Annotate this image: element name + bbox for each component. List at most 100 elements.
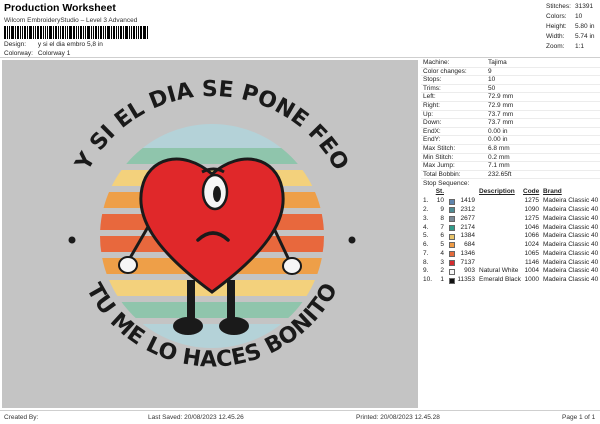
barcode-bar [140,26,142,39]
detail-label: Up: [423,110,434,118]
detail-label: Left: [423,93,436,101]
color-swatch [446,250,457,259]
seq-cell-desc [477,250,523,259]
design-preview: Y SI EL DIA SE PONE FEO TU ME LO HACES B… [2,60,418,408]
stat-label: Zoom: [546,43,565,50]
detail-value: 0.00 in [488,127,508,135]
color-swatch [446,215,457,224]
col-st: St. [435,188,444,196]
stat-value: 10 [575,13,583,20]
dot-left [68,236,76,244]
barcode-bar [100,26,102,39]
detail-label: Max Stitch: [423,144,456,152]
detail-row: Down: 73.7 mm [421,119,600,128]
detail-row: EndX: 0.00 in [421,128,600,137]
seq-cell-brand: Madeira Classic 40 [543,214,599,222]
eye-pupil [213,186,221,202]
embroidery-artwork: Y SI EL DIA SE PONE FEO TU ME LO HACES B… [68,77,356,373]
seq-cell-brand: Madeira Classic 40 [543,249,599,257]
detail-value: 6.8 mm [488,144,510,152]
seq-cell-code: 1146 [525,258,539,266]
stop-sequence-header: St. Description Code Brand [421,188,600,197]
barcode-bar [11,26,14,39]
barcode-bar [103,26,104,39]
detail-value: 0.00 in [488,136,508,144]
seq-cell-st: 6 [440,232,444,240]
detail-value: 50 [488,84,496,92]
right-glove [282,257,302,275]
stop-sequence-table: 1. 10 1419 1275 Madeira Classic 40 2. 9 2312 109… [421,197,600,285]
barcode-bar [58,26,59,39]
detail-label: EndY: [423,136,441,144]
barcode-bar [65,26,66,39]
right-shoe [219,317,249,335]
seq-cell-code: 1066 [524,232,539,240]
barcode-bar [17,26,19,39]
barcode-bar [93,26,94,39]
seq-cell-n: 2. [423,205,429,213]
detail-value: 0.2 mm [488,153,510,161]
barcode-bar [7,26,8,39]
barcode-bar [37,26,39,39]
last-saved: Last Saved: 20/08/2023 12.45.26 [148,414,244,421]
seq-cell-num: 1346 [460,249,475,257]
seq-cell-num: 7137 [460,258,475,266]
seq-cell-num: 1419 [460,197,475,205]
barcode-bar [53,26,54,39]
software-subtitle: Wilcom EmbroideryStudio – Level 3 Advanc… [4,17,138,24]
design-stats: Stitches: 31391 Colors: 10 Height: 5.80 in … [546,2,600,52]
table-row: 8. 3 7137 1146 Madeira Classic 40 [421,259,600,268]
barcode-bar [15,26,16,39]
seq-cell-code: 1090 [524,205,539,213]
seq-cell-desc: Natural White [479,267,519,275]
color-swatch [446,232,457,241]
stat-value: 5.74 in [575,33,595,40]
seq-cell-n: 5. [423,232,429,240]
detail-row: Left: 72.9 mm [421,93,600,102]
left-shoe [173,317,203,335]
barcode-bar [62,26,64,39]
detail-row: Min Stitch: 0.2 mm [421,154,600,163]
seq-cell-desc [477,206,523,215]
barcode-bar [80,26,82,39]
detail-row: Max Jump: 7.1 mm [421,162,600,171]
barcode-bar [22,26,23,39]
barcode-bar [35,26,36,39]
seq-cell-brand: Madeira Classic 40 [543,241,599,249]
detail-row: Up: 73.7 mm [421,111,600,120]
swatch-chip [448,216,455,223]
detail-row: Max Stitch: 6.8 mm [421,145,600,154]
detail-label: Min Stitch: [423,153,454,161]
seq-cell-n: 6. [423,241,429,249]
seq-cell-st: 9 [440,205,444,213]
barcode-bar [60,26,61,39]
seq-cell-code: 1275 [524,197,539,205]
design-info: Design: y si el dia embro 5,8 in [4,41,103,48]
seq-cell-st: 8 [440,214,444,222]
table-row: 10. 1 11353 Emerald Black 1000 Madeira Classi… [421,276,600,285]
barcode-bar [40,26,42,39]
stat-value: 31391 [575,3,594,10]
detail-row: Stops: 10 [421,76,600,85]
barcode-bar [76,26,77,39]
barcode-bar [105,26,106,39]
seq-cell-desc [477,224,523,233]
barcode-bar [131,26,132,39]
detail-row: EndY: 0.00 in [421,136,600,145]
col-description: Description [479,188,515,196]
seq-cell-brand: Madeira Classic 40 [543,258,599,266]
seq-cell-n: 4. [423,223,429,231]
stat-label: Stitches: [546,3,571,10]
colorway-label: Colorway: [4,50,33,57]
table-row: 9. 2 903 Natural White 1004 Madeira Classic 4… [421,267,600,276]
detail-row: Color changes: 9 [421,68,600,77]
seq-cell-num: 11353 [457,276,475,284]
barcode-bar [83,26,84,39]
barcode-bar [129,26,130,39]
barcode-bar [67,26,68,39]
detail-label: Max Jump: [423,162,455,170]
color-swatch [446,206,457,215]
swatch-chip [448,268,455,275]
created-by: Created By: [4,414,39,421]
swatch-chip [448,260,455,267]
